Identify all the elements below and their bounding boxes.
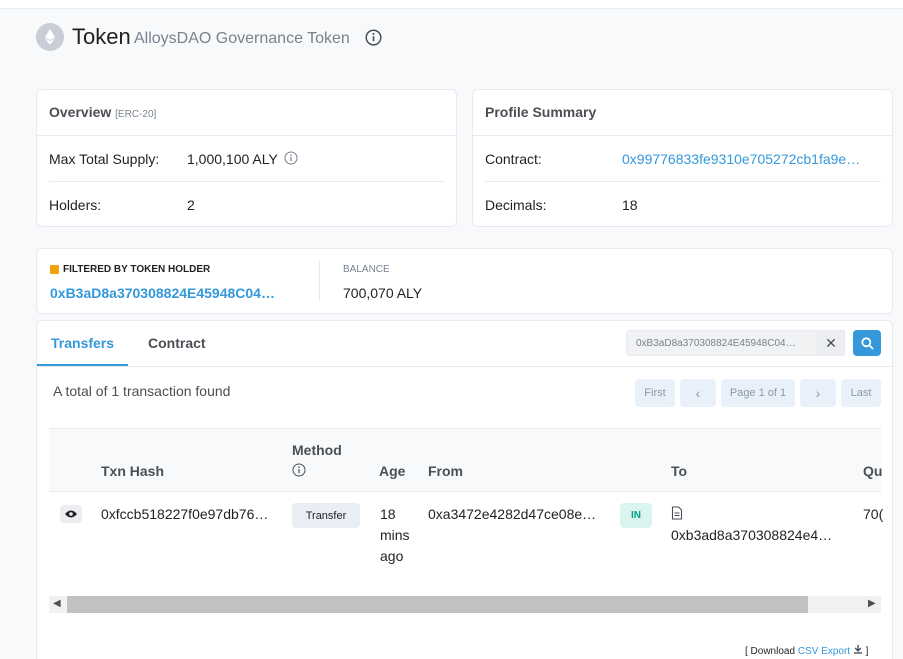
- col-quantity: Qu: [863, 463, 883, 479]
- age-value: 18: [380, 506, 396, 522]
- transfers-card: Transfers Contract ✕ A total of 1 transa…: [36, 320, 894, 659]
- info-icon[interactable]: [365, 29, 382, 46]
- profile-summary-card: Profile Summary Contract: 0x99776833fe93…: [472, 89, 893, 227]
- search-button[interactable]: [853, 330, 881, 356]
- col-to: To: [671, 463, 688, 479]
- page-title: Token: [72, 24, 131, 49]
- page-indicator: Page 1 of 1: [721, 379, 795, 407]
- to-address[interactable]: 0xb3ad8a370308824e4…: [671, 527, 832, 543]
- transaction-count: A total of 1 transaction found: [53, 383, 231, 399]
- decimals-label: Decimals:: [485, 197, 547, 213]
- download-section: [ Download CSV Export ]: [745, 644, 868, 657]
- filter-icon: [50, 265, 59, 274]
- clear-search-button[interactable]: ✕: [817, 330, 845, 356]
- holder-address-link[interactable]: 0xB3aD8a370308824E45948C04…: [50, 285, 275, 301]
- contract-address-link[interactable]: 0x99776833fe9310e705272cb1fa9e…: [622, 151, 860, 167]
- search-icon: [860, 336, 874, 350]
- supply-info-icon[interactable]: [284, 151, 298, 165]
- divider: [485, 181, 881, 182]
- direction-badge: IN: [620, 503, 652, 528]
- filter-title: FILTERED BY TOKEN HOLDER: [50, 264, 210, 275]
- top-bar: [0, 0, 903, 9]
- table-header: [49, 428, 881, 492]
- scroll-left-icon[interactable]: ◀: [53, 598, 61, 609]
- close-icon: ✕: [825, 334, 837, 351]
- overview-title: Overview: [49, 104, 112, 120]
- age-suffix: ago: [380, 548, 404, 564]
- prev-page-button[interactable]: ‹: [680, 379, 716, 407]
- decimals-value: 18: [622, 197, 638, 213]
- col-from: From: [428, 463, 463, 479]
- holder-search-input[interactable]: [626, 330, 845, 356]
- active-tab-indicator: [37, 364, 128, 366]
- col-age[interactable]: Age: [379, 463, 405, 479]
- profile-header: Profile Summary: [473, 90, 892, 136]
- quantity-value: 70(: [863, 506, 884, 522]
- txn-hash-link[interactable]: 0xfccb518227f0e97db76…: [101, 506, 268, 522]
- max-supply-value: 1,000,100 ALY: [187, 151, 278, 167]
- download-icon: [853, 645, 862, 654]
- next-page-button[interactable]: ›: [800, 379, 836, 407]
- filter-title-text: FILTERED BY TOKEN HOLDER: [63, 264, 211, 275]
- divider: [49, 181, 445, 182]
- last-page-button[interactable]: Last: [841, 379, 881, 407]
- eye-icon: [65, 510, 77, 518]
- overview-header: Overview [ERC-20]: [37, 90, 456, 136]
- tab-transfers[interactable]: Transfers: [51, 335, 114, 351]
- scrollbar-thumb[interactable]: [67, 596, 808, 613]
- token-name: AlloysDAO Governance Token: [134, 30, 350, 47]
- age-unit: mins: [380, 527, 410, 543]
- divider: [319, 261, 320, 301]
- contract-label: Contract:: [485, 151, 542, 167]
- contract-file-icon: [671, 506, 683, 520]
- csv-export-link[interactable]: CSV Export: [798, 646, 850, 657]
- ethereum-icon: [36, 23, 64, 51]
- tab-divider: [37, 366, 894, 367]
- holders-label: Holders:: [49, 197, 102, 213]
- holder-filter-card: FILTERED BY TOKEN HOLDER 0xB3aD8a3703088…: [36, 248, 893, 314]
- view-details-button[interactable]: [60, 505, 82, 523]
- first-page-button[interactable]: First: [635, 379, 675, 407]
- max-supply-label: Max Total Supply:: [49, 151, 160, 167]
- scroll-right-icon[interactable]: ▶: [868, 598, 876, 609]
- overview-card: Overview [ERC-20] Max Total Supply: 1,00…: [36, 89, 457, 227]
- horizontal-scrollbar[interactable]: ◀ ▶: [49, 596, 881, 613]
- balance-value: 700,070 ALY: [343, 285, 423, 301]
- from-address-link[interactable]: 0xa3472e4282d47ce08e…: [428, 506, 596, 522]
- token-standard: [ERC-20]: [115, 109, 157, 120]
- method-info-icon[interactable]: [292, 463, 306, 477]
- download-prefix: [ Download: [745, 646, 796, 657]
- method-badge: Transfer: [292, 503, 360, 528]
- col-method: Method: [292, 442, 342, 458]
- tab-contract[interactable]: Contract: [148, 335, 206, 351]
- col-txn-hash: Txn Hash: [101, 463, 165, 479]
- holders-value[interactable]: 2: [187, 197, 195, 213]
- balance-label: BALANCE: [343, 264, 390, 275]
- download-suffix: ]: [865, 646, 869, 657]
